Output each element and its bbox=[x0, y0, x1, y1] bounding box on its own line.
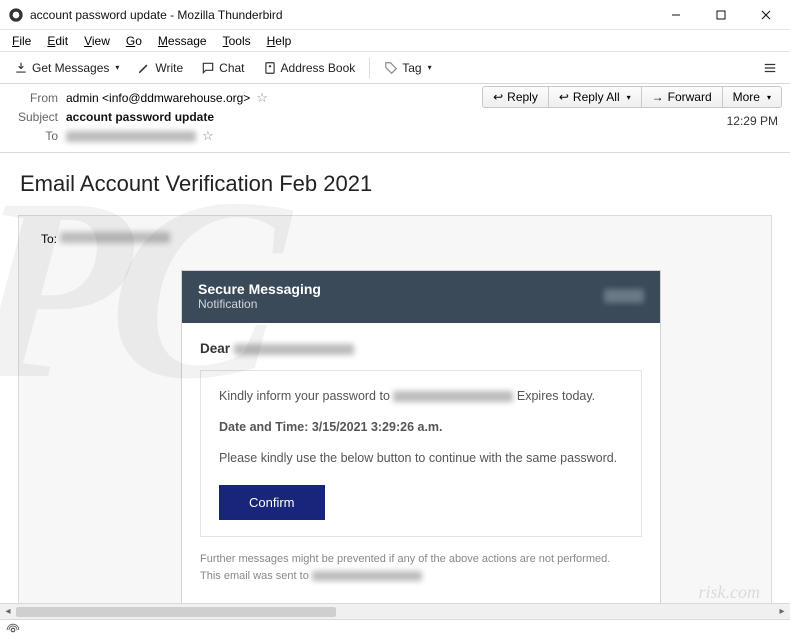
line1-redacted bbox=[393, 391, 513, 402]
line-2: Please kindly use the below button to co… bbox=[219, 449, 623, 468]
body-to-redacted bbox=[60, 232, 170, 243]
body-to-row: To: bbox=[41, 232, 749, 246]
menu-view[interactable]: View bbox=[76, 32, 118, 50]
forward-label: Forward bbox=[668, 90, 712, 104]
chevron-down-icon: ▾ bbox=[627, 93, 631, 102]
line1b: Expires today. bbox=[517, 389, 595, 403]
address-book-icon bbox=[263, 61, 277, 75]
pencil-icon bbox=[137, 61, 151, 75]
message-header: ↩ Reply ↩ Reply All ▾ → Forward More ▾ 12:29 … bbox=[0, 84, 790, 153]
subject-value: account password update bbox=[66, 110, 214, 124]
from-value: admin <info@ddmwarehouse.org> bbox=[66, 91, 250, 105]
app-icon bbox=[8, 7, 24, 23]
email-outer-box: To: Secure Messaging Notification Dear K… bbox=[18, 215, 772, 603]
address-book-button[interactable]: Address Book bbox=[255, 57, 364, 79]
body-to-label: To: bbox=[41, 232, 57, 246]
message-body-pane[interactable]: Email Account Verification Feb 2021 To: … bbox=[0, 153, 790, 603]
write-label: Write bbox=[155, 61, 183, 75]
menu-edit[interactable]: Edit bbox=[39, 32, 76, 50]
reply-button[interactable]: ↩ Reply bbox=[482, 86, 549, 108]
scroll-right-button[interactable]: ▸ bbox=[774, 606, 790, 617]
menu-file[interactable]: File bbox=[4, 32, 39, 50]
tag-label: Tag bbox=[402, 61, 421, 75]
footer-line-2-text: This email was sent to bbox=[200, 570, 309, 582]
card-header-title: Secure Messaging bbox=[198, 281, 321, 297]
footer-line-1: Further messages might be prevented if a… bbox=[200, 551, 642, 568]
window-title: account password update - Mozilla Thunde… bbox=[30, 8, 653, 22]
greeting-row: Dear bbox=[200, 341, 642, 356]
reply-all-label: Reply All bbox=[573, 90, 620, 104]
window-titlebar: account password update - Mozilla Thunde… bbox=[0, 0, 790, 30]
hamburger-icon bbox=[763, 61, 777, 75]
chat-icon bbox=[201, 61, 215, 75]
email-heading: Email Account Verification Feb 2021 bbox=[20, 171, 772, 197]
address-book-label: Address Book bbox=[281, 61, 356, 75]
line-1: Kindly inform your password to Expires t… bbox=[219, 387, 623, 406]
line1a: Kindly inform your password to bbox=[219, 389, 390, 403]
reply-icon: ↩ bbox=[493, 90, 503, 104]
datetime-value: 3/15/2021 3:29:26 a.m. bbox=[312, 420, 443, 434]
toolbar-separator bbox=[369, 58, 370, 78]
star-icon[interactable]: ☆ bbox=[256, 90, 268, 106]
confirm-button[interactable]: Confirm bbox=[219, 485, 325, 520]
scroll-thumb[interactable] bbox=[16, 607, 336, 617]
datetime-row: Date and Time: 3/15/2021 3:29:26 a.m. bbox=[219, 418, 623, 437]
message-time: 12:29 PM bbox=[727, 114, 778, 128]
window-close-button[interactable] bbox=[743, 0, 788, 29]
chevron-down-icon: ▾ bbox=[428, 63, 432, 72]
more-button[interactable]: More ▾ bbox=[723, 86, 782, 108]
reply-label: Reply bbox=[507, 90, 538, 104]
reply-all-button[interactable]: ↩ Reply All ▾ bbox=[549, 86, 642, 108]
card-header: Secure Messaging Notification bbox=[182, 271, 660, 323]
tag-button[interactable]: Tag ▾ bbox=[376, 57, 439, 79]
menu-tools[interactable]: Tools bbox=[215, 32, 259, 50]
chevron-down-icon: ▾ bbox=[115, 63, 119, 72]
card-inner-box: Kindly inform your password to Expires t… bbox=[200, 370, 642, 537]
card-body: Dear Kindly inform your password to Expi… bbox=[182, 323, 660, 603]
window-maximize-button[interactable] bbox=[698, 0, 743, 29]
scroll-track[interactable] bbox=[16, 605, 774, 619]
greeting-name-redacted bbox=[234, 344, 354, 355]
chat-button[interactable]: Chat bbox=[193, 57, 252, 79]
footer-redacted bbox=[312, 571, 422, 581]
forward-icon: → bbox=[652, 90, 664, 104]
get-messages-label: Get Messages bbox=[32, 61, 109, 75]
download-icon bbox=[14, 61, 28, 75]
menubar: File Edit View Go Message Tools Help bbox=[0, 30, 790, 52]
reply-all-icon: ↩ bbox=[559, 90, 569, 104]
chevron-down-icon: ▾ bbox=[767, 93, 771, 102]
app-menu-button[interactable] bbox=[756, 56, 784, 80]
main-toolbar: Get Messages ▾ Write Chat Address Book T… bbox=[0, 52, 790, 84]
horizontal-scrollbar[interactable]: ◂ ▸ bbox=[0, 603, 790, 619]
menu-go[interactable]: Go bbox=[118, 32, 150, 50]
menu-message[interactable]: Message bbox=[150, 32, 215, 50]
star-icon[interactable]: ☆ bbox=[202, 128, 214, 144]
to-label: To bbox=[10, 129, 58, 143]
chat-label: Chat bbox=[219, 61, 244, 75]
status-bar bbox=[0, 619, 790, 639]
connection-icon bbox=[6, 623, 20, 637]
secure-messaging-card: Secure Messaging Notification Dear Kindl… bbox=[181, 270, 661, 603]
message-actions: ↩ Reply ↩ Reply All ▾ → Forward More ▾ bbox=[482, 86, 782, 108]
window-minimize-button[interactable] bbox=[653, 0, 698, 29]
menu-help[interactable]: Help bbox=[259, 32, 300, 50]
more-label: More bbox=[733, 90, 760, 104]
from-label: From bbox=[10, 91, 58, 105]
footer-line-2: This email was sent to bbox=[200, 568, 642, 585]
card-header-right-redacted bbox=[604, 289, 644, 303]
write-button[interactable]: Write bbox=[129, 57, 191, 79]
forward-button[interactable]: → Forward bbox=[642, 86, 723, 108]
scroll-left-button[interactable]: ◂ bbox=[0, 606, 16, 617]
greeting-label: Dear bbox=[200, 341, 230, 356]
to-value-redacted bbox=[66, 131, 196, 142]
datetime-label: Date and Time: bbox=[219, 420, 308, 434]
card-header-subtitle: Notification bbox=[198, 297, 321, 311]
card-footer: Further messages might be prevented if a… bbox=[200, 551, 642, 584]
subject-label: Subject bbox=[10, 110, 58, 124]
get-messages-button[interactable]: Get Messages ▾ bbox=[6, 57, 127, 79]
tag-icon bbox=[384, 61, 398, 75]
